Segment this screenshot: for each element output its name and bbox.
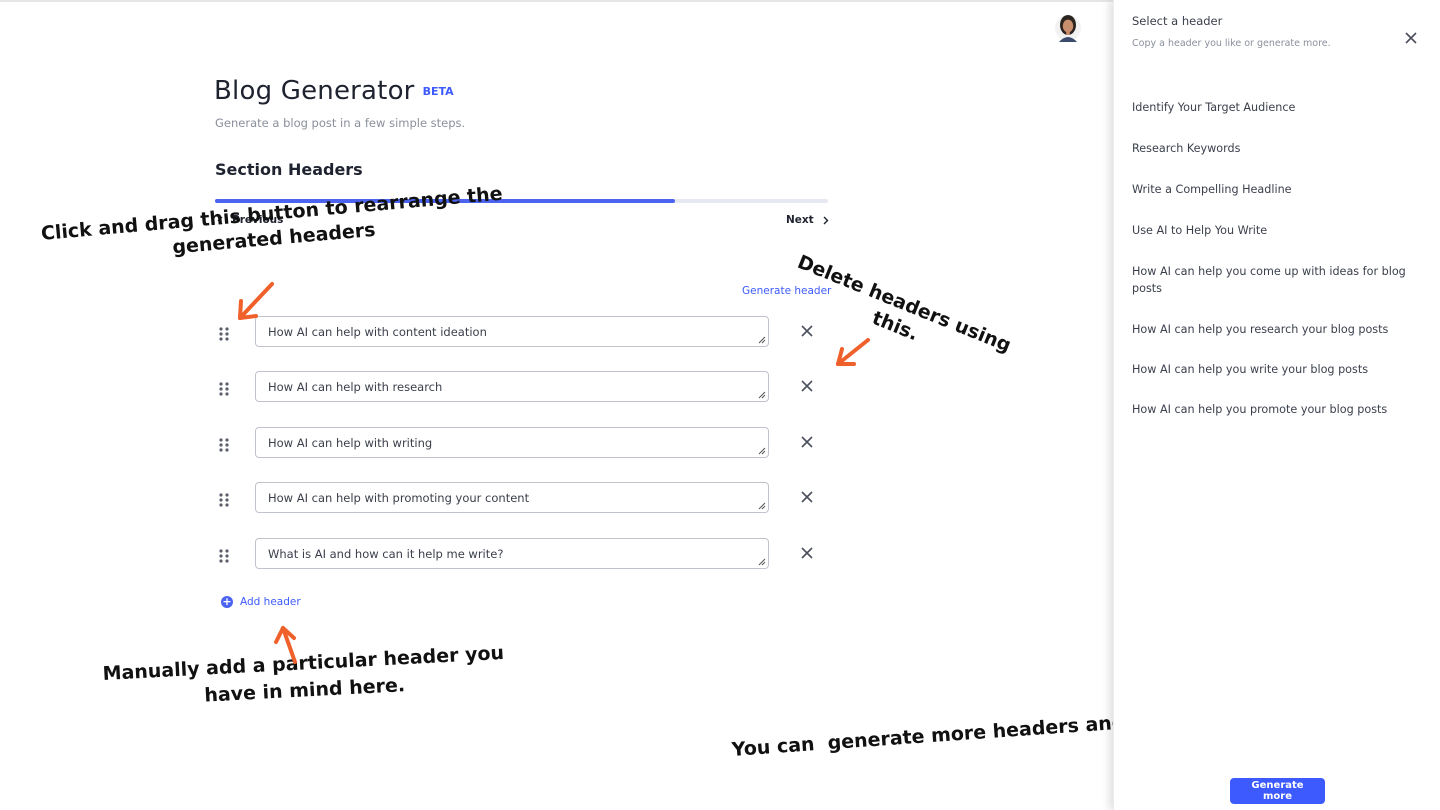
suggestion-item[interactable]: Identify Your Target Audience: [1132, 99, 1422, 116]
plus-circle-icon: +: [221, 595, 233, 608]
drag-handle-icon[interactable]: [218, 492, 230, 508]
page-header: Blog Generator BETA: [214, 76, 454, 106]
header-input-text: How AI can help with content ideation: [268, 325, 487, 339]
generate-more-button[interactable]: Generate more: [1230, 778, 1325, 804]
panel-subtitle: Copy a header you like or generate more.: [1132, 38, 1331, 49]
resize-grip-icon[interactable]: [758, 391, 766, 399]
header-input-text: How AI can help with writing: [268, 436, 433, 450]
annotation-drag: Click and drag this button to rearrange …: [40, 182, 506, 271]
header-suggestions-panel: Select a header Copy a header you like o…: [1113, 0, 1440, 810]
header-input[interactable]: How AI can help with research: [255, 371, 769, 402]
suggestion-item[interactable]: Write a Compelling Headline: [1132, 181, 1422, 198]
suggestion-item[interactable]: Use AI to Help You Write: [1132, 222, 1422, 239]
add-header-button[interactable]: + Add header: [221, 596, 301, 608]
page-subtitle: Generate a blog post in a few simple ste…: [215, 116, 466, 130]
delete-header-icon[interactable]: [800, 324, 814, 338]
delete-header-icon[interactable]: [800, 435, 814, 449]
suggestion-item[interactable]: How AI can help you research your blog p…: [1132, 321, 1422, 338]
resize-grip-icon[interactable]: [758, 336, 766, 344]
suggestion-item[interactable]: How AI can help you write your blog post…: [1132, 361, 1422, 378]
close-icon[interactable]: [1404, 31, 1418, 45]
header-row: How AI can help with content ideation: [218, 316, 818, 350]
header-input[interactable]: How AI can help with writing: [255, 427, 769, 458]
next-button[interactable]: Next: [786, 214, 829, 226]
arrow-drag: [238, 282, 274, 320]
page-title: Blog Generator: [214, 76, 415, 106]
add-header-label: Add header: [240, 596, 301, 608]
avatar[interactable]: [1055, 12, 1081, 42]
suggestion-item[interactable]: How AI can help you promote your blog po…: [1132, 401, 1422, 418]
resize-grip-icon[interactable]: [758, 502, 766, 510]
arrow-delete: [836, 338, 870, 366]
delete-header-icon[interactable]: [800, 379, 814, 393]
header-row: How AI can help with promoting your cont…: [218, 482, 818, 516]
resize-grip-icon[interactable]: [758, 558, 766, 566]
annotation-add: Manually add a particular header you hav…: [102, 641, 506, 713]
header-input-text: How AI can help with promoting your cont…: [268, 491, 530, 505]
header-input[interactable]: How AI can help with promoting your cont…: [255, 482, 769, 513]
suggestion-item[interactable]: Research Keywords: [1132, 140, 1422, 157]
resize-grip-icon[interactable]: [758, 447, 766, 455]
drag-handle-icon[interactable]: [218, 326, 230, 342]
drag-handle-icon[interactable]: [218, 437, 230, 453]
delete-header-icon[interactable]: [800, 490, 814, 504]
drag-handle-icon[interactable]: [218, 381, 230, 397]
header-row: How AI can help with research: [218, 371, 818, 405]
chevron-right-icon: [823, 216, 829, 224]
annotation-delete: Delete headers using this.: [785, 250, 1015, 380]
drag-handle-icon[interactable]: [218, 548, 230, 564]
suggestion-item[interactable]: How AI can help you come up with ideas f…: [1132, 263, 1422, 297]
header-row: How AI can help with writing: [218, 427, 818, 461]
delete-header-icon[interactable]: [800, 546, 814, 560]
header-input-text: How AI can help with research: [268, 380, 443, 394]
header-row: What is AI and how can it help me write?: [218, 538, 818, 572]
next-label: Next: [786, 214, 814, 226]
panel-title: Select a header: [1132, 14, 1223, 28]
beta-badge: BETA: [422, 85, 454, 98]
section-title: Section Headers: [215, 160, 363, 179]
header-input[interactable]: What is AI and how can it help me write?: [255, 538, 769, 569]
header-input-text: What is AI and how can it help me write?: [268, 547, 504, 561]
header-input[interactable]: How AI can help with content ideation: [255, 316, 769, 347]
